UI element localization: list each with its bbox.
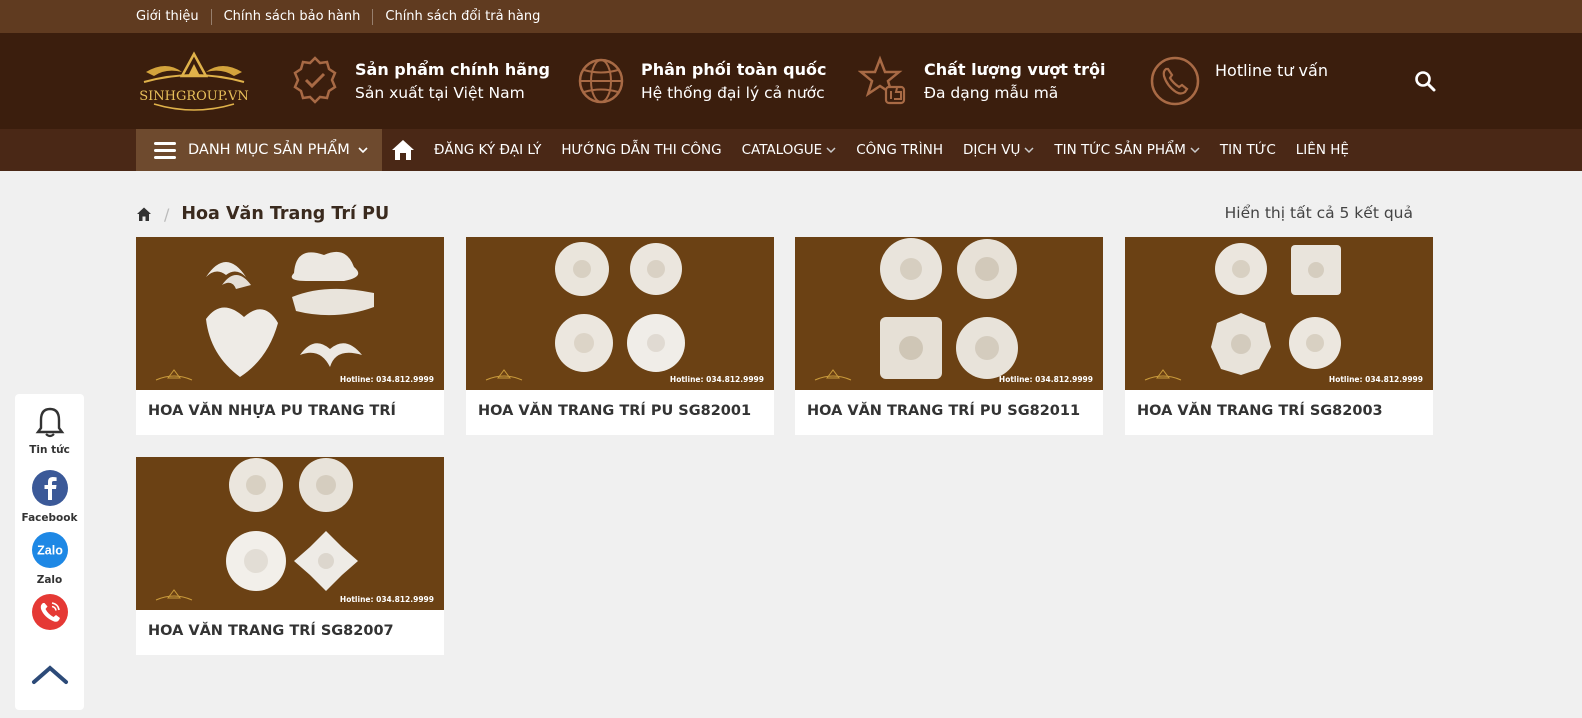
phone-call-icon (31, 594, 68, 630)
chevron-down-icon (1024, 147, 1034, 154)
nav-item-tin-tuc[interactable]: TIN TỨC (1210, 142, 1286, 158)
feature-quality: Chất lượng vượt trội Đa dạng mẫu mã (858, 33, 1105, 129)
nav-item-cong-trinh[interactable]: CÔNG TRÌNH (846, 142, 953, 158)
nav-label: TIN TỨC SẢN PHẨM (1054, 142, 1186, 158)
breadcrumb-separator: / (164, 204, 170, 224)
home-icon[interactable] (390, 138, 416, 162)
nav-item-lien-he[interactable]: LIÊN HỆ (1286, 142, 1359, 158)
breadcrumb: / Hoa Văn Trang Trí PU (136, 204, 389, 224)
nav-item-huong-dan-thi-cong[interactable]: HƯỚNG DẪN THI CÔNG (551, 142, 731, 158)
image-hotline: Hotline: 034.812.9999 (339, 595, 434, 604)
feature-title: Sản phẩm chính hãng (355, 60, 550, 79)
hotline-label: Hotline tư vấn (1215, 60, 1328, 80)
product-image[interactable]: Hotline: 034.812.9999 (136, 457, 444, 610)
image-hotline: Hotline: 034.812.9999 (1328, 375, 1423, 384)
facebook-icon (31, 470, 68, 506)
watermark-logo (155, 589, 193, 601)
link-chinh-sach-doi-tra[interactable]: Chính sách đổi trả hàng (372, 8, 552, 25)
nav-item-tin-tuc-san-pham[interactable]: TIN TỨC SẢN PHẨM (1044, 142, 1210, 158)
page-title: Hoa Văn Trang Trí PU (181, 204, 390, 224)
nav-item-catalogue[interactable]: CATALOGUE (732, 142, 847, 158)
nav-label: CATALOGUE (741, 142, 823, 158)
logo-text: SINHGROUP.VN (139, 89, 249, 104)
product-image[interactable]: Hotline: 034.812.9999 (795, 237, 1103, 390)
watermark-logo (814, 369, 852, 381)
chevron-down-icon (1190, 147, 1200, 154)
product-card[interactable]: Hotline: 034.812.9999 HOA VĂN TRANG TRÍ … (1125, 237, 1433, 435)
top-links: Giới thiệu Chính sách bảo hành Chính sác… (136, 0, 1434, 33)
product-image[interactable]: Hotline: 034.812.9999 (1125, 237, 1433, 390)
result-count: Hiển thị tất cả 5 kết quả (1224, 204, 1413, 222)
product-name[interactable]: HOA VĂN TRANG TRÍ SG82003 (1137, 403, 1383, 419)
scroll-top-button[interactable] (15, 662, 84, 690)
site-header: SINHGROUP.VN Sản phẩm chính hãng Sản xuấ… (0, 33, 1582, 129)
watermark-logo (1144, 369, 1182, 381)
nav-label: HƯỚNG DẪN THI CÔNG (561, 142, 722, 158)
side-call-button[interactable] (15, 594, 84, 634)
nav-label: CÔNG TRÌNH (856, 142, 943, 158)
side-facebook-label: Facebook (21, 512, 78, 524)
main-nav: DANH MỤC SẢN PHẨM ĐĂNG KÝ ĐẠI LÝ HƯỚNG D… (0, 129, 1582, 171)
side-facebook-button[interactable]: Facebook (15, 470, 84, 524)
product-card[interactable]: Hotline: 034.812.9999 HOA VĂN NHỰA PU TR… (136, 237, 444, 435)
feature-subtitle: Đa dạng mẫu mã (924, 84, 1059, 102)
nav-item-dich-vu[interactable]: DỊCH VỤ (953, 142, 1044, 158)
product-name[interactable]: HOA VĂN TRANG TRÍ SG82007 (148, 623, 394, 639)
feature-title: Chất lượng vượt trội (924, 60, 1106, 79)
zalo-icon: Zalo (31, 532, 68, 568)
bell-icon (35, 407, 64, 438)
chevron-up-icon (31, 665, 68, 684)
home-icon[interactable] (136, 206, 152, 222)
hamburger-icon (154, 142, 176, 159)
nav-label: LIÊN HỆ (1295, 142, 1349, 158)
feature-title: Phân phối toàn quốc (641, 60, 827, 79)
watermark-logo (155, 369, 193, 381)
link-gioi-thieu[interactable]: Giới thiệu (136, 9, 211, 25)
feature-subtitle: Hệ thống đại lý cả nước (641, 84, 825, 102)
side-contact-widget: Tin tức Facebook Zalo Zalo (15, 394, 84, 710)
feature-authentic: Sản phẩm chính hãng Sản xuất tại Việt Na… (289, 33, 550, 129)
nav-links: ĐĂNG KÝ ĐẠI LÝ HƯỚNG DẪN THI CÔNG CATALO… (390, 129, 1359, 171)
nav-label: TIN TỨC (1219, 142, 1276, 158)
product-image[interactable]: Hotline: 034.812.9999 (466, 237, 774, 390)
nav-item-dang-ky-dai-ly[interactable]: ĐĂNG KÝ ĐẠI LÝ (424, 142, 551, 158)
zalo-logo-text: Zalo (37, 544, 63, 558)
globe-icon (578, 58, 624, 104)
product-name[interactable]: HOA VĂN TRANG TRÍ PU SG82011 (807, 403, 1080, 419)
side-zalo-button[interactable]: Zalo Zalo (15, 532, 84, 586)
feature-hotline[interactable]: Hotline tư vấn (1149, 33, 1328, 129)
image-hotline: Hotline: 034.812.9999 (339, 375, 434, 384)
watermark-logo (485, 369, 523, 381)
badge-check-icon (293, 56, 337, 104)
side-news-button[interactable]: Tin tức (15, 406, 84, 456)
product-card[interactable]: Hotline: 034.812.9999 HOA VĂN TRANG TRÍ … (466, 237, 774, 435)
image-hotline: Hotline: 034.812.9999 (998, 375, 1093, 384)
menu-label: DANH MỤC SẢN PHẨM (188, 142, 350, 158)
product-image[interactable]: Hotline: 034.812.9999 (136, 237, 444, 390)
chevron-down-icon (826, 147, 836, 154)
side-news-label: Tin tức (29, 444, 70, 456)
phone-icon (1150, 56, 1200, 106)
feature-subtitle: Sản xuất tại Việt Nam (355, 84, 525, 102)
sinhgroup-logo[interactable]: SINHGROUP.VN (136, 42, 252, 120)
product-name[interactable]: HOA VĂN TRANG TRÍ PU SG82001 (478, 403, 751, 419)
product-category-menu-button[interactable]: DANH MỤC SẢN PHẨM (136, 129, 382, 171)
nav-label: DỊCH VỤ (962, 142, 1021, 158)
product-card[interactable]: Hotline: 034.812.9999 HOA VĂN TRANG TRÍ … (136, 457, 444, 655)
side-zalo-label: Zalo (36, 574, 63, 586)
image-hotline: Hotline: 034.812.9999 (669, 375, 764, 384)
link-chinh-sach-bao-hanh[interactable]: Chính sách bảo hành (210, 8, 373, 25)
search-icon[interactable] (1414, 70, 1436, 92)
nav-label: ĐĂNG KÝ ĐẠI LÝ (434, 142, 542, 158)
top-bar: Giới thiệu Chính sách bảo hành Chính sác… (0, 0, 1582, 33)
star-thumb-icon (858, 55, 906, 105)
product-name[interactable]: HOA VĂN NHỰA PU TRANG TRÍ (148, 403, 396, 419)
feature-distribution: Phân phối toàn quốc Hệ thống đại lý cả n… (575, 33, 826, 129)
chevron-down-icon (358, 147, 368, 154)
product-card[interactable]: Hotline: 034.812.9999 HOA VĂN TRANG TRÍ … (795, 237, 1103, 435)
